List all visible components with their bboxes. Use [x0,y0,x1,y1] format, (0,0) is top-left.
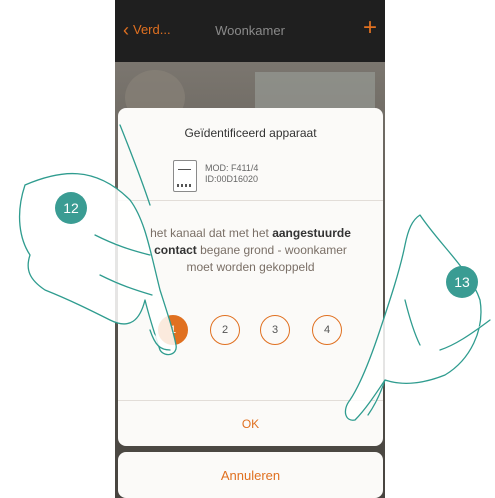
page-title: Woonkamer [215,23,285,38]
cancel-button[interactable]: Annuleren [118,452,383,498]
desc-bold-2: contact [154,243,197,257]
desc-text-3: moet worden gekoppeld [186,260,315,274]
device-info: MOD: F411/4 ID:00D16020 [205,163,258,185]
step-badge-13: 13 [446,266,478,298]
device-model: MOD: F411/4 [205,163,259,173]
add-icon[interactable]: + [363,16,377,40]
identified-device-dialog: Geïdentificeerd apparaat [118,108,383,446]
step-badge-12: 12 [55,192,87,224]
desc-bold-1: aangestuurde [272,226,351,240]
top-bar: ‹ Verd... Woonkamer + [115,0,385,62]
channel-button-2[interactable]: 2 [210,315,240,345]
device-id: ID:00D16020 [205,174,259,184]
channel-button-1[interactable]: 1 [158,315,188,345]
dialog-title: Geïdentificeerd apparaat [184,126,317,140]
channel-button-3[interactable]: 3 [260,315,290,345]
desc-text-2: begane grond - woonkamer [196,243,347,257]
channel-button-4[interactable]: 4 [312,315,342,345]
device-switch-icon [173,160,197,192]
divider [118,200,383,201]
desc-text-1: het kanaal dat met het [150,226,273,240]
ok-button[interactable]: OK [118,401,383,446]
dialog-description: het kanaal dat met het aangestuurde cont… [130,225,371,276]
